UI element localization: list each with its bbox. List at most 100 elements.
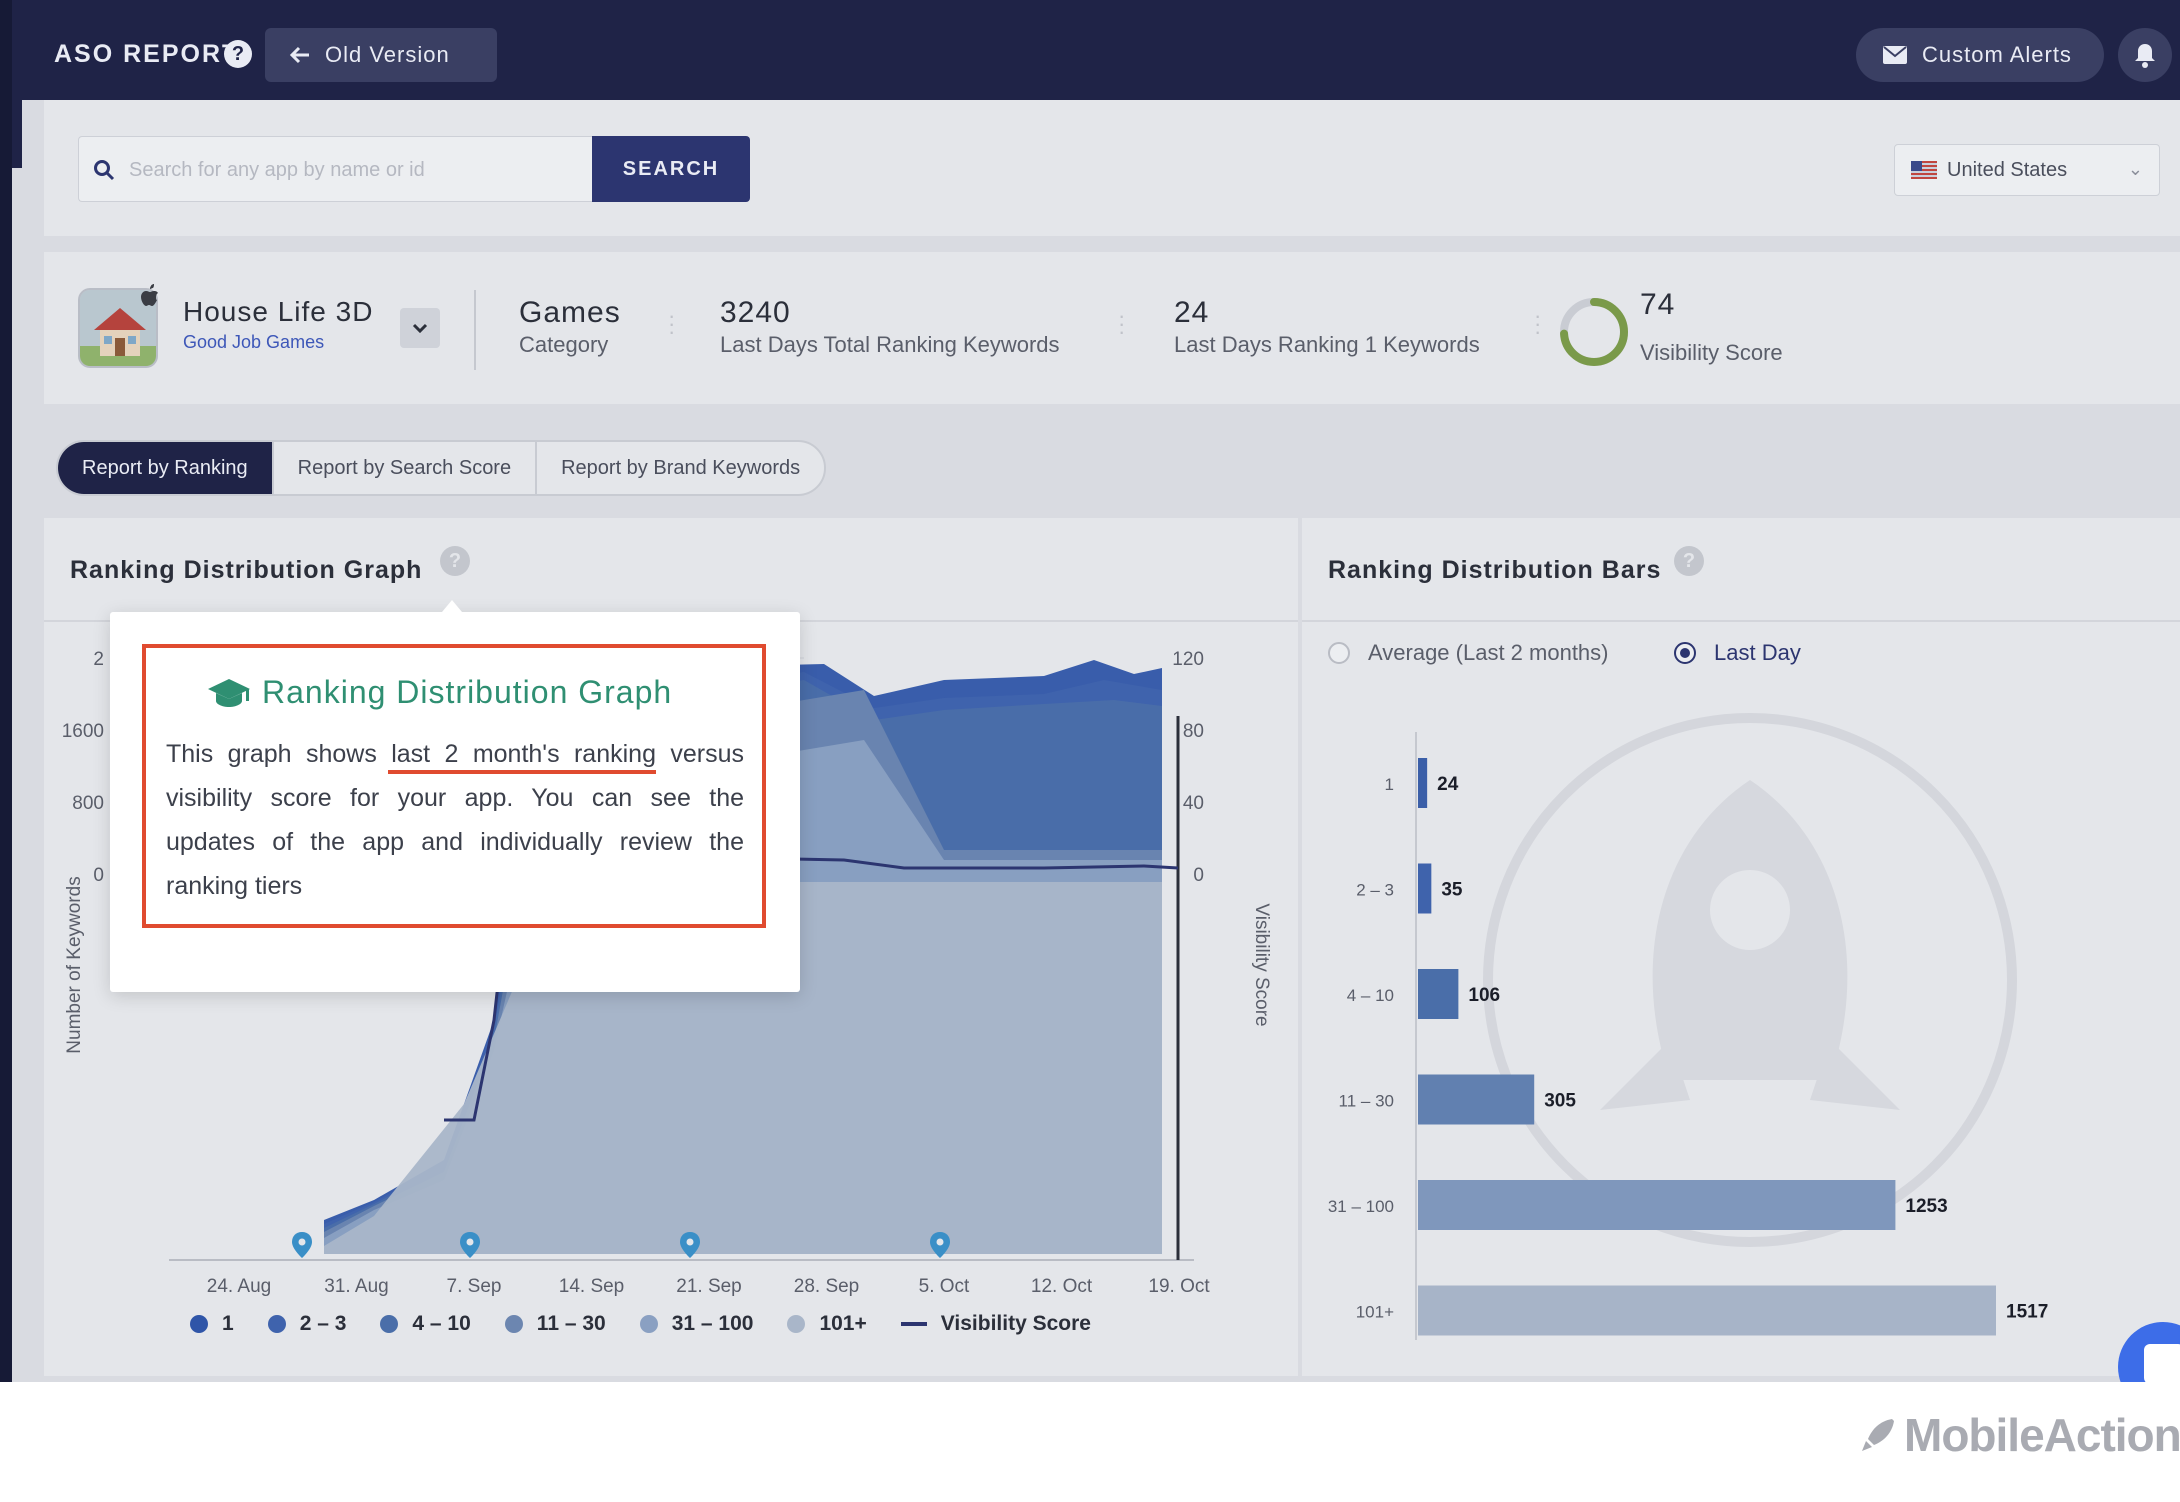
- legend-label: 101+: [819, 1312, 867, 1335]
- radio-circle[interactable]: [1328, 642, 1350, 664]
- tooltip-title-text: Ranking Distribution Graph: [262, 674, 673, 710]
- x-tick-label: 5. Oct: [919, 1276, 970, 1297]
- separator-dots: · · ·: [1118, 303, 1126, 344]
- bar-category-label: 11 – 30: [1339, 1092, 1394, 1111]
- tooltip-arrow: [442, 600, 462, 612]
- map-pin-icon[interactable]: [292, 1232, 312, 1258]
- map-pin-icon[interactable]: [680, 1232, 700, 1258]
- y-tick-label: 2: [93, 649, 104, 670]
- bar-value-label: 24: [1437, 774, 1459, 795]
- help-icon[interactable]: ?: [440, 546, 470, 576]
- search-icon: [94, 160, 115, 181]
- country-select[interactable]: United States ⌄: [1894, 144, 2160, 196]
- bar-category-label: 101+: [1356, 1303, 1394, 1322]
- map-pin-icon[interactable]: [930, 1232, 950, 1258]
- bar[interactable]: [1418, 1180, 1896, 1230]
- legend-item[interactable]: 11 – 30: [504, 1312, 606, 1336]
- custom-alerts-label: Custom Alerts: [1922, 42, 2072, 67]
- legend-item[interactable]: 31 – 100: [639, 1312, 754, 1336]
- bar[interactable]: [1418, 969, 1459, 1019]
- bar-value-label: 1517: [2006, 1302, 2048, 1323]
- tooltip-underline: [388, 770, 656, 774]
- y-tick-label: 800: [72, 793, 104, 814]
- y-axis-label: Number of Keywords: [64, 876, 85, 1053]
- bar-category-label: 2 – 3: [1356, 881, 1394, 900]
- bar-value-label: 1253: [1905, 1196, 1947, 1217]
- old-version-label: Old Version: [325, 42, 450, 67]
- radio-average[interactable]: Average (Last 2 months): [1328, 640, 1609, 666]
- bar-value-label: 35: [1441, 880, 1463, 901]
- chart-legend: 1 2 – 3 4 – 10 11 – 30 31 – 100 101+ Visibilit…: [190, 1312, 1091, 1336]
- legend-swatch: [380, 1315, 399, 1333]
- legend-swatch: [267, 1315, 286, 1333]
- bar-value-label: 305: [1544, 1091, 1576, 1112]
- legend-label: Visibility Score: [940, 1312, 1091, 1335]
- arrow-left-icon: [289, 46, 309, 64]
- bar[interactable]: [1418, 1074, 1535, 1125]
- search-input[interactable]: Search for any app by name or id: [78, 136, 594, 202]
- legend-label: 31 – 100: [671, 1312, 754, 1335]
- legend-item[interactable]: 4 – 10: [380, 1312, 471, 1336]
- map-pin-icon[interactable]: [460, 1232, 480, 1258]
- help-icon[interactable]: ?: [224, 40, 252, 68]
- radio-circle[interactable]: [1674, 642, 1696, 664]
- side-strip-accent: [12, 100, 22, 168]
- legend-label: 11 – 30: [536, 1312, 606, 1335]
- x-tick-label: 24. Aug: [207, 1276, 271, 1297]
- legend-line-swatch: [900, 1322, 927, 1326]
- x-tick-label: 21. Sep: [676, 1276, 742, 1297]
- total-keywords-value: 3240: [720, 296, 791, 329]
- legend-item[interactable]: 1: [190, 1312, 234, 1336]
- app-name: House Life 3D: [183, 296, 374, 327]
- envelope-icon: [1883, 46, 1907, 64]
- visibility-gauge: [1560, 298, 1628, 366]
- legend-swatch: [787, 1315, 806, 1333]
- search-button[interactable]: SEARCH: [592, 136, 750, 202]
- ranking-bars-title: Ranking Distribution Bars: [1328, 556, 1662, 584]
- graduation-cap-icon: [208, 678, 250, 707]
- y-tick-label: 0: [93, 865, 104, 886]
- bar-category-label: 31 – 100: [1328, 1197, 1394, 1216]
- y2-tick-label: 120: [1172, 649, 1204, 670]
- bars: 1 24 2 – 3 35 4 – 10 106 11 – 30 305 31 – 100 125…: [1328, 758, 2048, 1336]
- y2-tick-label: 0: [1193, 865, 1204, 886]
- rank1-label: Last Days Ranking 1 Keywords: [1174, 332, 1480, 357]
- radio-last-day[interactable]: Last Day: [1674, 640, 1801, 666]
- legend-item[interactable]: 2 – 3: [267, 1312, 347, 1336]
- legend-item[interactable]: 101+: [787, 1312, 867, 1336]
- top-bar: ASO REPORT ? Old Version Custom Alerts: [0, 0, 2180, 100]
- app-developer-link[interactable]: Good Job Games: [183, 332, 324, 353]
- x-tick-label: 31. Aug: [324, 1276, 388, 1297]
- old-version-button[interactable]: Old Version: [265, 28, 497, 82]
- ranking-graph-title: Ranking Distribution Graph: [70, 556, 423, 584]
- separator-dots: · · ·: [668, 303, 676, 344]
- bar[interactable]: [1418, 863, 1432, 914]
- country-label: United States: [1947, 158, 2068, 181]
- brand-name: MobileAction: [1904, 1409, 2180, 1461]
- tooltip-body: This graph shows last 2 month's ranking …: [166, 740, 744, 900]
- tab-report-by-brand-keywords[interactable]: Report by Brand Keywords: [537, 442, 824, 494]
- bar[interactable]: [1418, 1285, 1996, 1336]
- search-placeholder: Search for any app by name or id: [129, 159, 425, 181]
- tab-report-by-ranking[interactable]: Report by Ranking: [58, 442, 274, 494]
- help-icon[interactable]: ?: [1674, 546, 1704, 576]
- bar-category-label: 1: [1385, 775, 1394, 794]
- x-tick-label: 12. Oct: [1031, 1276, 1093, 1297]
- side-strip: [0, 0, 12, 1382]
- legend-item[interactable]: Visibility Score: [900, 1312, 1091, 1336]
- y2-tick-label: 80: [1183, 721, 1204, 742]
- rank1-value: 24: [1174, 296, 1210, 329]
- bar[interactable]: [1418, 758, 1428, 808]
- radio-average-label: Average (Last 2 months): [1368, 640, 1609, 665]
- app-dropdown-button[interactable]: [400, 308, 440, 348]
- x-tick-label: 14. Sep: [559, 1276, 625, 1297]
- custom-alerts-button[interactable]: Custom Alerts: [1856, 28, 2104, 82]
- y2-axis-label: Visibility Score: [1251, 903, 1272, 1026]
- x-tick-label: 7. Sep: [447, 1276, 502, 1297]
- app-info-card: [44, 252, 2180, 404]
- total-keywords-label: Last Days Total Ranking Keywords: [720, 332, 1060, 357]
- tab-report-by-search-score[interactable]: Report by Search Score: [274, 442, 538, 494]
- legend-label: 2 – 3: [299, 1312, 347, 1335]
- us-flag-icon: [1911, 161, 1937, 179]
- notifications-button[interactable]: [2118, 28, 2172, 82]
